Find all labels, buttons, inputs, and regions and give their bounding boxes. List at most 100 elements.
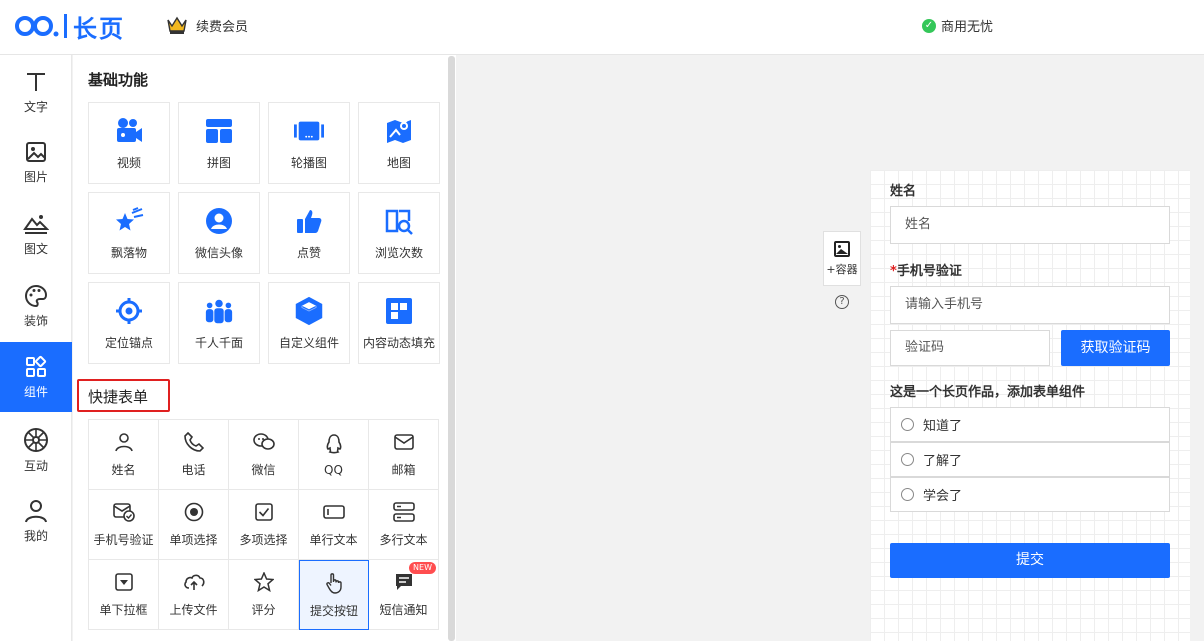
form-item-label: 单项选择 xyxy=(169,533,218,547)
form-item-label: 多行文本 xyxy=(379,533,428,547)
phone-icon xyxy=(183,431,205,453)
form-item-wechat[interactable]: 微信 xyxy=(229,420,299,490)
card-label: 浏览次数 xyxy=(374,245,423,260)
anchor-target-icon xyxy=(114,296,144,326)
form-item-upload[interactable]: 上传文件 xyxy=(159,560,229,630)
views-count-icon xyxy=(384,206,414,236)
phone-input[interactable]: 请输入手机号 xyxy=(890,286,1170,324)
commercial-status[interactable]: ✓ 商用无忧 xyxy=(922,16,993,35)
rail-item-text[interactable]: 文字 xyxy=(0,57,72,127)
panel-scrollbar[interactable] xyxy=(448,56,455,641)
renew-membership-link[interactable]: 续费会员 xyxy=(166,15,248,35)
help-icon[interactable]: ? xyxy=(835,295,849,309)
wechat-icon xyxy=(252,431,275,453)
radio-option-label: 了解了 xyxy=(923,454,963,469)
form-item-dropdown[interactable]: 单下拉框 xyxy=(89,560,159,630)
form-item-label: 单行文本 xyxy=(309,533,358,547)
name-field-label: 姓名 xyxy=(890,184,917,199)
rail-item-mine[interactable]: 我的 xyxy=(0,486,72,556)
image-icon xyxy=(26,141,46,162)
get-code-button[interactable]: 获取验证码 xyxy=(1061,330,1170,366)
form-item-name[interactable]: 姓名 xyxy=(89,420,159,490)
form-item-label: 短信通知 xyxy=(379,603,428,617)
required-mark: * xyxy=(890,264,897,279)
multi-line-icon xyxy=(392,501,415,523)
add-container-label: +容器 xyxy=(826,262,858,276)
basic-card-falling[interactable]: 飘落物 xyxy=(88,192,170,274)
logo[interactable]: 长页 xyxy=(14,11,125,43)
text-icon xyxy=(27,72,45,91)
qq-icon xyxy=(323,433,345,455)
card-label: 飘落物 xyxy=(110,245,147,260)
puzzle-layout-icon xyxy=(204,116,234,146)
add-container-button[interactable]: +容器 xyxy=(823,231,861,286)
card-label: 轮播图 xyxy=(290,155,327,170)
map-icon xyxy=(384,116,414,146)
form-item-phone[interactable]: 电话 xyxy=(159,420,229,490)
new-badge: NEW xyxy=(409,562,436,574)
basic-card-custom[interactable]: 自定义组件 xyxy=(268,282,350,364)
rail-item-label: 图片 xyxy=(23,169,48,184)
rail-item-decoration[interactable]: 装饰 xyxy=(0,271,72,341)
rail-item-label: 装饰 xyxy=(23,313,48,328)
sms-icon xyxy=(393,571,415,593)
form-item-single-line[interactable]: 单行文本 xyxy=(299,490,369,560)
custom-cube-icon xyxy=(294,296,324,326)
rail-item-components[interactable]: 组件 xyxy=(0,342,72,412)
form-item-phone-verify[interactable]: 手机号验证 xyxy=(89,490,159,560)
radio-option-label: 学会了 xyxy=(923,489,963,504)
form-item-rating[interactable]: 评分 xyxy=(229,560,299,630)
basic-card-wechat-avatar[interactable]: 微信头像 xyxy=(178,192,260,274)
name-input[interactable]: 姓名 xyxy=(890,206,1170,244)
single-line-icon xyxy=(322,501,345,523)
phone-field-label-text: 手机号验证 xyxy=(896,264,962,279)
submit-button[interactable]: 提交 xyxy=(890,543,1170,578)
left-rail: 文字 图片 图文 装饰 组件 互动 我的 xyxy=(0,55,72,641)
form-item-submit-button[interactable]: 提交按钮 xyxy=(299,560,369,630)
basic-card-puzzle[interactable]: 拼图 xyxy=(178,102,260,184)
form-item-qq[interactable]: QQ xyxy=(299,420,369,490)
falling-star-icon xyxy=(114,206,144,236)
basic-card-map[interactable]: 地图 xyxy=(358,102,440,184)
radio-circle-icon xyxy=(901,418,914,431)
form-item-email[interactable]: 邮箱 xyxy=(369,420,439,490)
basic-card-dynamic-fill[interactable]: 内容动态填充 xyxy=(358,282,440,364)
logo-text: 长页 xyxy=(73,14,125,43)
basic-card-like[interactable]: 点赞 xyxy=(268,192,350,274)
commercial-label: 商用无忧 xyxy=(941,20,994,35)
basic-card-carousel[interactable]: 轮播图 xyxy=(268,102,350,184)
form-item-single-choice[interactable]: 单项选择 xyxy=(159,490,229,560)
form-item-multi-line[interactable]: 多行文本 xyxy=(369,490,439,560)
rail-item-label: 文字 xyxy=(23,99,48,114)
rail-item-image[interactable]: 图片 xyxy=(0,127,72,197)
card-label: 地图 xyxy=(386,155,411,170)
radio-option[interactable]: 学会了 xyxy=(890,477,1170,512)
rail-item-image-text[interactable]: 图文 xyxy=(0,199,72,269)
radio-option[interactable]: 知道了 xyxy=(890,407,1170,442)
form-item-sms[interactable]: NEW 短信通知 xyxy=(369,560,439,630)
carousel-icon xyxy=(294,116,324,146)
rail-item-label: 我的 xyxy=(23,528,48,543)
basic-card-video[interactable]: 视频 xyxy=(88,102,170,184)
renew-label: 续费会员 xyxy=(196,19,249,35)
dropdown-icon xyxy=(113,571,135,593)
verification-code-input[interactable]: 验证码 xyxy=(890,330,1050,366)
phone-field-label: *手机号验证 xyxy=(890,260,962,279)
basic-card-views[interactable]: 浏览次数 xyxy=(358,192,440,274)
rail-item-interaction[interactable]: 互动 xyxy=(0,415,72,485)
form-item-multi-choice[interactable]: 多项选择 xyxy=(229,490,299,560)
dynamic-fill-icon xyxy=(384,296,414,326)
checkbox-icon xyxy=(253,501,275,523)
mail-check-icon xyxy=(112,501,135,523)
form-item-label: 上传文件 xyxy=(169,603,218,617)
check-circle-icon: ✓ xyxy=(922,18,936,33)
rail-item-label: 组件 xyxy=(23,384,48,399)
form-item-label: 电话 xyxy=(181,463,206,477)
crown-icon xyxy=(167,16,187,34)
radio-option[interactable]: 了解了 xyxy=(890,442,1170,477)
basic-card-anchor[interactable]: 定位锚点 xyxy=(88,282,170,364)
wheel-icon xyxy=(24,427,48,452)
basic-card-crowd[interactable]: 千人千面 xyxy=(178,282,260,364)
question-label: 这是一个长页作品，添加表单组件 xyxy=(890,385,1086,400)
wechat-avatar-icon xyxy=(204,206,234,236)
